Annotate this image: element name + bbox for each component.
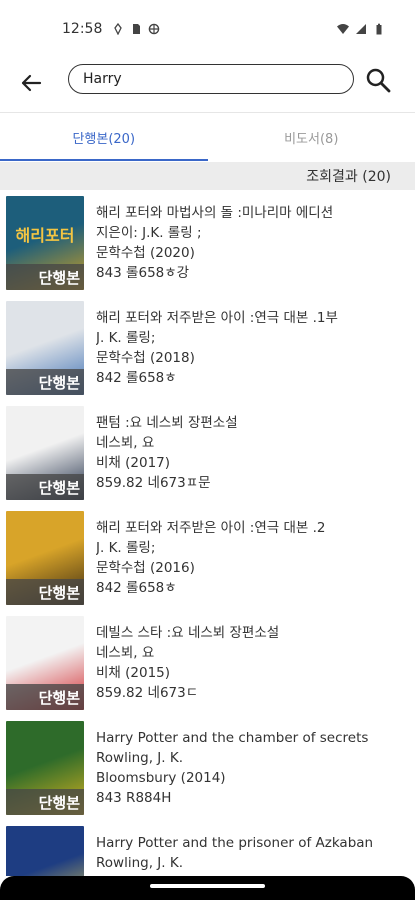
book-cover: 단행본 [6,721,84,815]
book-cover: 단행본 [6,301,84,395]
location-icon [114,23,123,35]
book-cover: 해리포터단행본 [6,196,84,290]
book-author: Rowling, J. K. [96,855,183,871]
status-system-icons [337,23,385,35]
battery-icon [376,23,382,35]
book-author: 지은이: J.K. 롤링 ; [96,225,202,241]
book-title: Harry Potter and the chamber of secrets [96,730,369,746]
list-item[interactable]: 단행본 팬텀 :요 네스뵈 장편소설네스뵈, 요비채 (2017) 859.82 네… [0,401,415,506]
result-count-label: 조회결과 (20) [306,169,391,185]
book-publisher: 문학수첩 (2020) [96,245,195,261]
book-cover: 단행본 [6,511,84,605]
book-title: Harry Potter and the prisoner of Azkaban [96,835,374,851]
book-cover [6,826,84,876]
result-count-bar: 조회결과 (20) [0,162,415,190]
book-info: Harry Potter and the chamber of secrets R… [96,728,407,808]
book-publisher: 비채 (2017) [96,455,171,471]
book-info: 데빌스 스타 :요 네스뵈 장편소설네스뵈, 요비채 (2015) 859.82 … [96,623,407,703]
sd-card-icon [133,24,141,34]
book-title: 팬텀 :요 네스뵈 장편소설 [96,415,238,431]
tab-non-books[interactable]: 비도서(8) [208,113,415,161]
status-bar: 12:58 [0,0,415,58]
search-icon[interactable] [364,66,392,94]
book-info: 해리 포터와 저주받은 아이 :연극 대본 .1부 J. K. 롤링; 문학수첩 (… [96,308,407,388]
type-badge: 단행본 [6,474,84,500]
book-title: 해리 포터와 저주받은 아이 :연극 대본 .2 [96,520,326,536]
book-call-number: 842 롤658ㅎ [96,370,177,386]
book-author: J. K. 롤링; [96,330,156,346]
cover-title: 해리포터 [15,226,75,245]
type-badge: 단행본 [6,789,84,815]
type-badge: 단행본 [6,264,84,290]
book-author: Rowling, J. K. [96,750,183,766]
book-publisher: Bloomsbury (2014) [96,770,226,786]
status-notification-icons [112,23,160,35]
list-item[interactable]: 단행본 해리 포터와 저주받은 아이 :연극 대본 .1부 J. K. 롤링; 문학수… [0,296,415,401]
type-badge: 단행본 [6,369,84,395]
book-info: 해리 포터와 마법사의 돌 :미나리마 에디션지은이: J.K. 롤링 ; 문학수… [96,203,407,283]
book-author: J. K. 롤링; [96,540,156,556]
book-call-number: 842 롤658ㅎ [96,580,177,596]
list-item[interactable]: 해리포터 단행본 해리 포터와 마법사의 돌 :미나리마 에디션 지은이: J.K. … [0,191,415,296]
wifi-icon [337,24,349,34]
back-arrow-icon[interactable] [18,70,44,96]
book-title: 데빌스 스타 :요 네스뵈 장편소설 [96,625,280,641]
book-author: 네스뵈, 요 [96,435,155,451]
book-cover: 단행본 [6,616,84,710]
book-call-number: 843 롤658ㅎ강 [96,265,190,281]
list-item[interactable]: 단행본 데빌스 스타 :요 네스뵈 장편소설네스뵈, 요비채 (2015) 859.… [0,611,415,716]
book-publisher: 문학수첩 (2018) [96,350,195,366]
tab-books[interactable]: 단행본(20) [0,113,208,161]
book-call-number: 859.82 네673ㅍ문 [96,475,211,491]
status-time: 12:58 [62,21,103,37]
home-handle[interactable] [150,884,265,888]
app-bar [0,58,415,110]
book-title: 해리 포터와 마법사의 돌 :미나리마 에디션 [96,205,334,221]
signal-icon [356,24,366,34]
tab-bar: 단행본(20) 비도서(8) [0,113,415,161]
list-item[interactable]: 단행본 해리 포터와 저주받은 아이 :연극 대본 .2 J. K. 롤링; 문학수첩… [0,506,415,611]
search-input[interactable] [81,70,341,88]
book-info: Harry Potter and the prisoner of Azkaban… [96,833,407,873]
type-badge: 단행본 [6,684,84,710]
book-publisher: 문학수첩 (2016) [96,560,195,576]
search-box[interactable] [68,64,354,94]
book-list: 해리포터 단행본 해리 포터와 마법사의 돌 :미나리마 에디션 지은이: J.K. … [0,191,415,876]
book-info: 팬텀 :요 네스뵈 장편소설네스뵈, 요비채 (2017) 859.82 네673… [96,413,407,493]
book-publisher: 비채 (2015) [96,665,171,681]
book-call-number: 843 R884H [96,790,172,806]
book-cover: 단행본 [6,406,84,500]
list-item[interactable]: 단행본 Harry Potter and the chamber of secre… [0,716,415,821]
book-info: 해리 포터와 저주받은 아이 :연극 대본 .2 J. K. 롤링; 문학수첩 (2… [96,518,407,598]
list-item[interactable]: Harry Potter and the prisoner of Azkaban… [0,821,415,876]
book-call-number: 859.82 네673ㄷ [96,685,199,701]
navigation-bar [0,876,415,900]
type-badge: 단행본 [6,579,84,605]
book-author: 네스뵈, 요 [96,645,155,661]
vpn-icon [149,23,160,35]
book-title: 해리 포터와 저주받은 아이 :연극 대본 .1부 [96,310,338,326]
